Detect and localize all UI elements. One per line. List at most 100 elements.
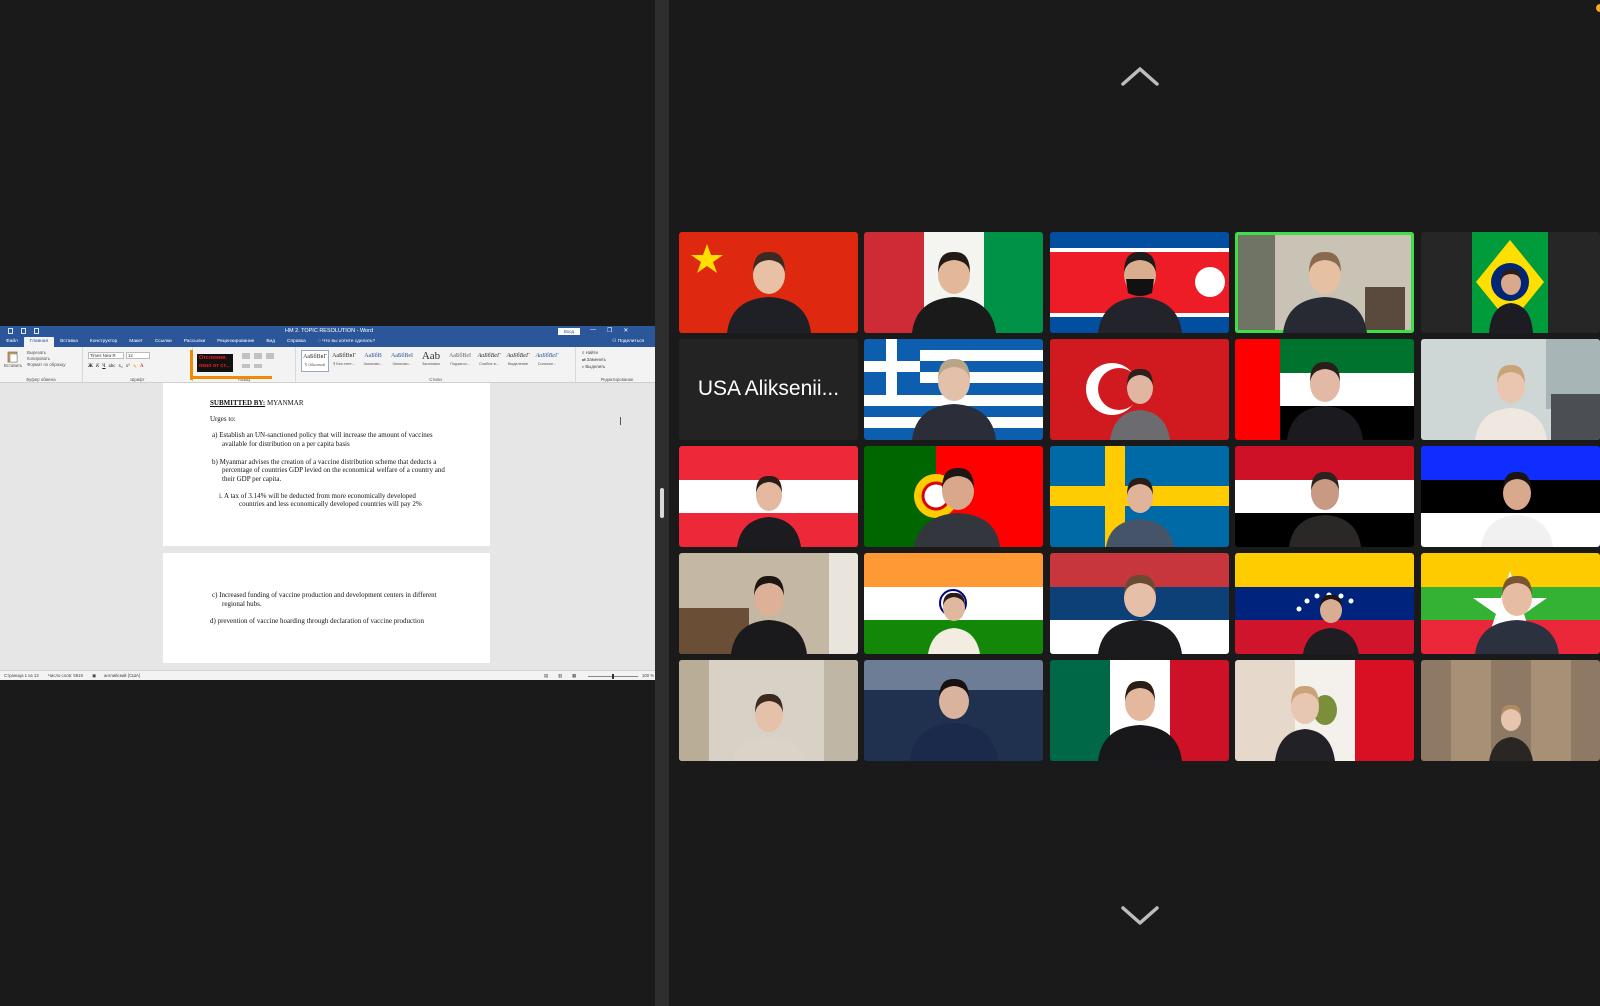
participant-tile[interactable] bbox=[1050, 553, 1229, 654]
window-controls: — ❐ ✕ bbox=[590, 327, 628, 334]
word-count[interactable]: Число слов: 5919 bbox=[48, 673, 83, 678]
chevron-down-icon[interactable] bbox=[1120, 904, 1160, 928]
font-name-select[interactable]: Times New R bbox=[88, 352, 124, 359]
tab-home[interactable]: Главная bbox=[23, 337, 55, 347]
participant-tile[interactable] bbox=[679, 446, 858, 547]
read-mode-icon[interactable]: ▤ bbox=[544, 673, 548, 679]
participant-tile[interactable] bbox=[1235, 660, 1414, 761]
bold-button[interactable]: Ж bbox=[88, 364, 93, 370]
participant-tile[interactable] bbox=[1050, 446, 1229, 547]
document-canvas[interactable]: SUBMITTED BY: MYANMAR Urges to: a) Estab… bbox=[0, 383, 658, 663]
cut-button[interactable]: Вырезать bbox=[27, 350, 46, 355]
text-cursor bbox=[620, 417, 621, 425]
style-sample: АаБбВеГ bbox=[506, 353, 530, 359]
minimize-button[interactable]: — bbox=[590, 327, 596, 334]
zoom-slider-thumb[interactable] bbox=[612, 674, 614, 679]
participant-tile[interactable] bbox=[679, 660, 858, 761]
tab-view[interactable]: Вид bbox=[260, 337, 281, 347]
proofing-icon[interactable]: ▣ bbox=[92, 673, 96, 679]
paste-icon[interactable] bbox=[7, 350, 19, 363]
panel-splitter[interactable] bbox=[655, 0, 669, 1006]
participant-tile[interactable] bbox=[1050, 232, 1229, 333]
participant-tile[interactable] bbox=[1421, 446, 1600, 547]
participant-tile[interactable] bbox=[1235, 446, 1414, 547]
font-size-select[interactable]: 12 bbox=[126, 352, 150, 359]
select-button[interactable]: ▹ Выделить bbox=[582, 364, 605, 370]
participant-tile[interactable] bbox=[864, 553, 1043, 654]
participant-video bbox=[1105, 477, 1174, 547]
submitted-line: SUBMITTED BY: MYANMAR bbox=[210, 399, 304, 408]
paste-button[interactable]: Вставить bbox=[4, 363, 22, 368]
participant-tile[interactable] bbox=[679, 232, 858, 333]
page-count[interactable]: Страница 1 из 13 bbox=[4, 673, 39, 678]
participant-tile[interactable] bbox=[1235, 339, 1414, 440]
participant-tile[interactable] bbox=[679, 553, 858, 654]
participant-tile[interactable] bbox=[864, 232, 1043, 333]
copy-button[interactable]: Копировать bbox=[27, 356, 50, 361]
tab-file[interactable]: Файл bbox=[0, 337, 24, 347]
style-label: ¶ Без инте... bbox=[333, 362, 355, 366]
style-intense-emphasis[interactable]: АаБбВеГ Сильное... bbox=[533, 350, 561, 372]
tab-references[interactable]: Ссылки bbox=[149, 337, 178, 347]
style-title[interactable]: Aab Заголовок bbox=[417, 350, 445, 372]
font-color-icon[interactable]: A bbox=[140, 364, 144, 370]
style-label: Заголово... bbox=[363, 362, 383, 366]
print-layout-icon[interactable]: ▥ bbox=[558, 673, 562, 679]
zoom-level[interactable]: 100 % bbox=[642, 673, 654, 678]
participant-video bbox=[732, 693, 805, 761]
format-painter-button[interactable]: Формат по образцу bbox=[27, 362, 66, 367]
document-page[interactable]: c) Increased funding of vaccine producti… bbox=[163, 553, 490, 663]
underline-button[interactable]: Ч bbox=[102, 364, 105, 370]
share-button[interactable]: ⚇ Поделиться bbox=[612, 339, 644, 344]
style-heading-2[interactable]: АаБбВеI Заголово... bbox=[388, 350, 416, 372]
superscript-button[interactable]: x² bbox=[126, 364, 130, 370]
participant-video bbox=[927, 592, 980, 654]
highlight-icon[interactable]: ✎ bbox=[133, 364, 137, 370]
splitter-handle[interactable] bbox=[660, 488, 664, 518]
find-button[interactable]: ⌕ Найти bbox=[582, 350, 598, 355]
participant-tile[interactable]: USA Aliksenii... bbox=[679, 339, 858, 440]
chevron-up-icon[interactable] bbox=[1120, 64, 1160, 88]
web-layout-icon[interactable]: ▦ bbox=[572, 673, 576, 679]
replace-button[interactable]: ⇄ Заменить bbox=[582, 357, 606, 363]
participant-tile[interactable] bbox=[1050, 339, 1229, 440]
italic-button[interactable]: К bbox=[96, 364, 99, 370]
participant-tile-active-speaker[interactable] bbox=[1235, 232, 1414, 333]
style-subtle-emphasis[interactable]: АаБбВеГ Слабое в... bbox=[475, 350, 503, 372]
participant-tile[interactable] bbox=[864, 660, 1043, 761]
style-no-spacing[interactable]: АаБбВвГ ¶ Без инте... bbox=[330, 350, 358, 372]
participant-tile[interactable] bbox=[1050, 660, 1229, 761]
participant-tile[interactable] bbox=[1235, 553, 1414, 654]
participant-tile[interactable] bbox=[864, 339, 1043, 440]
tab-mailings[interactable]: Рассылки bbox=[178, 337, 212, 347]
participant-tile[interactable] bbox=[1421, 553, 1600, 654]
tell-me-search[interactable]: ◌ Что вы хотите сделать? bbox=[318, 339, 375, 344]
tab-layout[interactable]: Макет bbox=[123, 337, 149, 347]
close-button[interactable]: ✕ bbox=[623, 327, 628, 334]
tab-help[interactable]: Справка bbox=[281, 337, 312, 347]
tab-review[interactable]: Рецензирование bbox=[211, 337, 260, 347]
participant-tile[interactable] bbox=[864, 446, 1043, 547]
style-subtitle[interactable]: АаБбВеI Подзагол... bbox=[446, 350, 474, 372]
submitted-label: SUBMITTED BY: bbox=[210, 399, 266, 407]
strikethrough-button[interactable]: abc bbox=[109, 364, 116, 370]
style-heading-1[interactable]: АаБбВ Заголово... bbox=[359, 350, 387, 372]
participant-video bbox=[1302, 594, 1359, 654]
style-emphasis[interactable]: АаБбВеГ Выделение bbox=[504, 350, 532, 372]
participant-video bbox=[1109, 368, 1170, 440]
tab-design[interactable]: Конструктор bbox=[84, 337, 123, 347]
find-label: Найти bbox=[585, 350, 598, 355]
paragraph-icons[interactable] bbox=[240, 352, 290, 372]
maximize-button[interactable]: ❐ bbox=[607, 327, 612, 334]
tab-insert[interactable]: Вставка bbox=[54, 337, 84, 347]
document-page[interactable]: SUBMITTED BY: MYANMAR Urges to: a) Estab… bbox=[163, 383, 490, 546]
participant-tile[interactable] bbox=[1421, 339, 1600, 440]
participant-tile[interactable] bbox=[1421, 660, 1600, 761]
signin-button[interactable]: Вход bbox=[558, 328, 580, 335]
language-indicator[interactable]: английский (США) bbox=[104, 673, 140, 678]
style-normal[interactable]: АаБбВвГ ¶ Обычный bbox=[301, 350, 329, 372]
participant-video bbox=[1488, 268, 1533, 333]
subscript-button[interactable]: x₂ bbox=[118, 364, 122, 370]
participant-tile[interactable] bbox=[1421, 232, 1600, 333]
clipboard-group-label: Буфер обмена bbox=[26, 377, 56, 382]
